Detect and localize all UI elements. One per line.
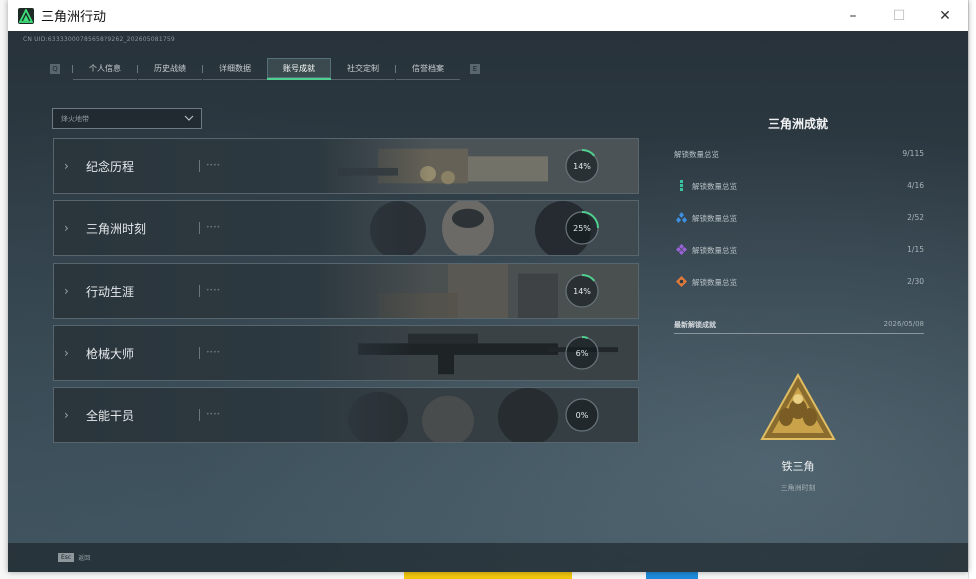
card-dots: •••• <box>206 411 221 418</box>
progress-ring: 0% <box>564 397 600 433</box>
progress-ring: 25% <box>564 210 600 246</box>
back-button[interactable]: Esc 返回 <box>58 551 90 563</box>
mode-filter-select[interactable]: 烽火地带 <box>52 108 202 129</box>
stat-row-blue: 解锁数量总览 2/52 <box>674 212 924 227</box>
latest-achievement-name: 铁三角 <box>781 460 815 473</box>
chevron-right-icon: › <box>64 284 69 298</box>
chevron-right-icon: › <box>64 159 69 173</box>
stat-value: 1/15 <box>907 245 924 254</box>
close-button[interactable]: ✕ <box>922 0 968 31</box>
window-title: 三角洲行动 <box>41 10 107 25</box>
progress-percent: 25% <box>573 223 591 233</box>
chevron-right-icon: › <box>64 346 69 360</box>
stat-value: 2/30 <box>907 277 924 286</box>
tab-history[interactable]: 历史战绩 <box>138 58 202 80</box>
tab-bar: Q 个人信息 历史战绩 详细数据 账号成就 社交定制 信誉档案 E <box>50 58 480 80</box>
card-dots: •••• <box>206 349 221 356</box>
category-card-gunsmith[interactable]: › 枪械大师 •••• 6% <box>53 325 639 381</box>
progress-percent: 14% <box>573 286 591 296</box>
stat-row-total: 解锁数量总览 9/115 <box>674 149 924 163</box>
stat-value: 4/16 <box>907 181 924 190</box>
card-dots: •••• <box>206 224 221 231</box>
stat-row-purple: 解锁数量总览 1/15 <box>674 244 924 259</box>
category-label: 三角洲时刻 <box>86 222 147 236</box>
latest-unlock-header: 最新解锁成就 2026/05/08 <box>674 320 924 334</box>
minimize-button[interactable]: – <box>830 0 876 31</box>
background-page-edge <box>968 0 976 579</box>
background-button-blue <box>646 571 698 579</box>
mode-filter-value: 烽火地带 <box>61 114 89 123</box>
tab-social[interactable]: 社交定制 <box>331 58 395 80</box>
teal-rank-icon <box>680 180 683 191</box>
category-label: 全能干员 <box>86 409 135 423</box>
stat-label: 解锁数量总览 <box>692 278 737 287</box>
purple-rank-icon <box>676 244 687 255</box>
category-label: 枪械大师 <box>86 347 135 361</box>
progress-ring: 14% <box>564 273 600 309</box>
stat-label: 解锁数量总览 <box>692 214 737 223</box>
category-card-career[interactable]: › 行动生涯 •••• 14% <box>53 263 639 319</box>
minimize-icon: – <box>849 7 857 24</box>
category-label: 纪念历程 <box>86 160 135 174</box>
maximize-icon: ☐ <box>892 7 906 24</box>
stat-row-teal: 解锁数量总览 4/16 <box>674 180 924 195</box>
category-card-memorial[interactable]: › 纪念历程 •••• 14% <box>53 138 639 194</box>
latest-achievement-category: 三角洲时刻 <box>780 484 816 492</box>
tab-next-key[interactable]: E <box>470 64 480 74</box>
title-bar[interactable]: 三角洲行动 – ☐ ✕ <box>8 0 968 31</box>
category-label: 行动生涯 <box>86 285 135 299</box>
card-divider <box>199 347 200 359</box>
app-window: 三角洲行动 – ☐ ✕ CN UID:63333000785658?9262_2… <box>8 0 968 572</box>
category-card-delta-moments[interactable]: › 三角洲时刻 •••• 25% <box>53 200 639 256</box>
chevron-right-icon: › <box>64 221 69 235</box>
stat-row-orange: 解锁数量总览 2/30 <box>674 276 924 291</box>
blue-rank-icon <box>676 212 687 223</box>
background-button-yellow <box>404 571 572 579</box>
stat-label: 解锁数量总览 <box>674 150 719 159</box>
category-card-all-round-operator[interactable]: › 全能干员 •••• 0% <box>53 387 639 443</box>
stat-value: 9/115 <box>902 149 924 158</box>
tab-details[interactable]: 详细数据 <box>203 58 267 80</box>
card-dots: •••• <box>206 162 221 169</box>
tab-achievements[interactable]: 账号成就 <box>267 58 331 80</box>
bottom-bar: Esc 返回 <box>8 543 968 572</box>
stat-value: 2/52 <box>907 213 924 222</box>
esc-key-hint: Esc <box>58 552 75 562</box>
latest-unlock-date: 2026/05/08 <box>883 320 924 328</box>
progress-percent: 6% <box>575 348 589 358</box>
iron-triangle-badge-icon[interactable] <box>760 373 836 441</box>
close-icon: ✕ <box>939 7 951 24</box>
card-dots: •••• <box>206 287 221 294</box>
stat-label: 解锁数量总览 <box>692 246 737 255</box>
card-divider <box>199 160 200 172</box>
chevron-down-icon <box>184 115 194 121</box>
chevron-right-icon: › <box>64 408 69 422</box>
card-divider <box>199 222 200 234</box>
delta-app-icon <box>18 7 34 24</box>
back-label: 返回 <box>78 554 91 562</box>
tab-personal-info[interactable]: 个人信息 <box>73 58 137 80</box>
card-divider <box>199 409 200 421</box>
stat-label: 解锁数量总览 <box>692 182 737 191</box>
progress-ring: 14% <box>564 148 600 184</box>
card-divider <box>199 285 200 297</box>
progress-percent: 14% <box>573 161 591 171</box>
tab-prev-key[interactable]: Q <box>50 64 60 74</box>
progress-percent: 0% <box>575 410 589 420</box>
progress-ring: 6% <box>564 335 600 371</box>
tab-reputation[interactable]: 信誉档案 <box>396 58 460 80</box>
latest-unlock-label: 最新解锁成就 <box>674 321 716 329</box>
build-id-text: CN UID:63333000785658?9262_202605081759 <box>23 36 175 43</box>
maximize-button[interactable]: ☐ <box>876 0 922 31</box>
panel-title: 三角洲成就 <box>767 117 828 131</box>
game-view: CN UID:63333000785658?9262_202605081759 … <box>8 31 968 572</box>
orange-rank-icon <box>676 276 687 287</box>
